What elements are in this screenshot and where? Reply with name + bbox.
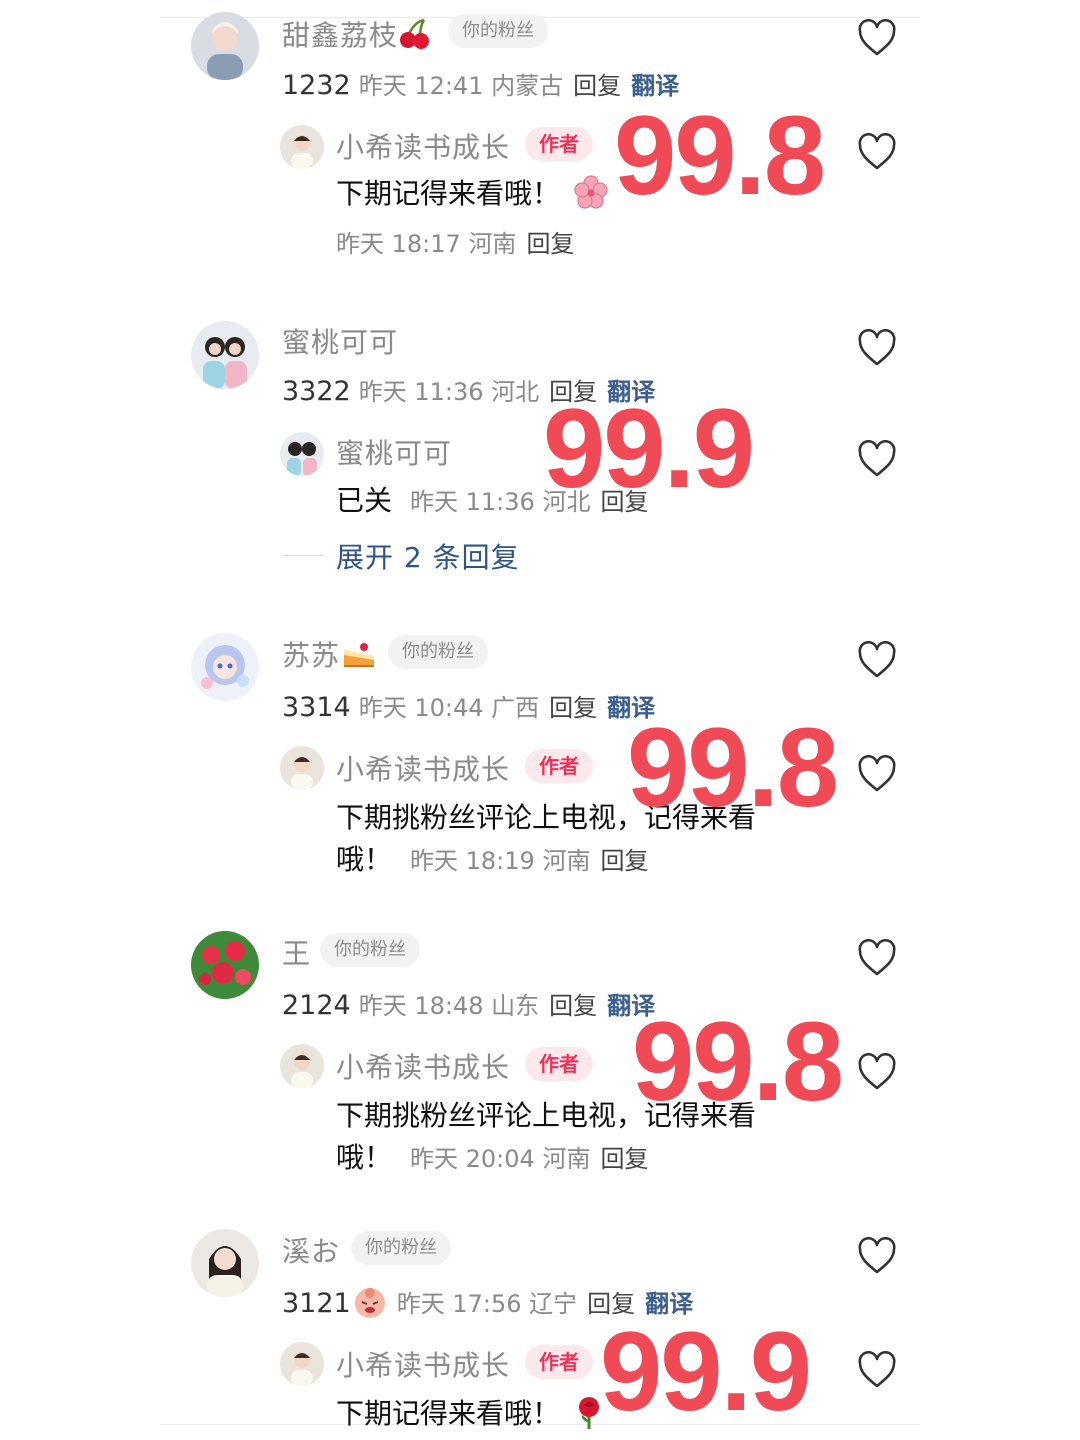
reply-author-name[interactable]: 小希读书成长 — [336, 1344, 510, 1384]
like-count: 2124 — [282, 990, 351, 1021]
like-heart-icon[interactable] — [857, 1053, 897, 1091]
like-heart-icon[interactable] — [857, 440, 897, 478]
comment-meta: 2124 昨天 18:48 山东 回复 翻译 — [282, 990, 656, 1021]
fan-badge: 你的粉丝 — [448, 14, 548, 48]
like-count: 3322 — [282, 376, 351, 407]
expand-replies-link[interactable]: 展开 2 条回复 — [336, 536, 520, 576]
overlay-score: 99.8 — [614, 93, 826, 218]
author-badge: 作者 — [525, 1047, 593, 1081]
author-badge: 作者 — [525, 1345, 593, 1379]
reply-text: 下期记得来看哦！ — [336, 172, 608, 216]
reply-button[interactable]: 回复 — [526, 230, 574, 258]
avatar[interactable] — [191, 1229, 259, 1297]
cherry-icon — [398, 18, 432, 57]
comment-author-name[interactable]: 王 — [282, 932, 311, 972]
overlay-score: 99.9 — [600, 1309, 812, 1434]
reply-meta: 昨天 18:17 河南 回复 — [336, 230, 575, 258]
fan-badge: 你的粉丝 — [351, 1231, 451, 1265]
like-count: 3314 — [282, 692, 351, 723]
like-heart-icon[interactable] — [857, 939, 897, 977]
avatar[interactable] — [191, 321, 259, 389]
reply-button[interactable]: 回复 — [600, 847, 648, 875]
reply-button[interactable]: 回复 — [549, 694, 597, 722]
cake-icon — [342, 638, 376, 677]
overlay-score: 99.8 — [627, 705, 839, 830]
reply-avatar[interactable] — [280, 746, 324, 790]
overlay-score: 99.8 — [632, 999, 844, 1124]
reply-author-name[interactable]: 蜜桃可可 — [336, 432, 452, 472]
reply-author-name[interactable]: 小希读书成长 — [336, 126, 510, 166]
reply-text: 下期记得来看哦！ — [336, 1392, 604, 1436]
avatar[interactable] — [191, 633, 259, 701]
reply-avatar[interactable] — [280, 1342, 324, 1386]
avatar[interactable] — [191, 931, 259, 999]
reply-button[interactable]: 回复 — [600, 1145, 648, 1173]
like-count: 3121 — [282, 1288, 351, 1319]
comment-author-name[interactable]: 蜜桃可可 — [282, 321, 398, 361]
like-heart-icon[interactable] — [857, 19, 897, 57]
like-heart-icon[interactable] — [857, 755, 897, 793]
reply-text-continued: 哦！ 昨天 18:19 河南 回复 — [336, 843, 649, 876]
author-badge: 作者 — [525, 749, 593, 783]
like-heart-icon[interactable] — [857, 133, 897, 171]
avatar[interactable] — [191, 12, 259, 80]
cherry-blossom-icon — [574, 174, 608, 216]
overlay-score: 99.9 — [543, 386, 755, 511]
reply-author-name[interactable]: 小希读书成长 — [336, 1046, 510, 1086]
crying-face-icon — [353, 1285, 387, 1325]
like-heart-icon[interactable] — [857, 1351, 897, 1389]
reply-avatar[interactable] — [280, 125, 324, 169]
comment-author-name[interactable]: 甜鑫荔枝 — [282, 14, 432, 57]
author-badge: 作者 — [525, 127, 593, 161]
reply-text-continued: 哦！ 昨天 20:04 河南 回复 — [336, 1141, 649, 1174]
reply-author-name[interactable]: 小希读书成长 — [336, 748, 510, 788]
reply-avatar[interactable] — [280, 432, 324, 476]
reply-button[interactable]: 回复 — [549, 992, 597, 1020]
comment-author-name[interactable]: 溪お — [282, 1230, 340, 1270]
fan-badge: 你的粉丝 — [320, 933, 420, 967]
like-heart-icon[interactable] — [857, 329, 897, 367]
fan-badge: 你的粉丝 — [388, 635, 488, 669]
reply-avatar[interactable] — [280, 1044, 324, 1088]
like-heart-icon[interactable] — [857, 641, 897, 679]
comment-author-name[interactable]: 苏苏 — [282, 634, 376, 677]
like-heart-icon[interactable] — [857, 1237, 897, 1275]
expand-divider — [282, 555, 324, 556]
comment-meta: 3314 昨天 10:44 广西 回复 翻译 — [282, 692, 656, 723]
like-count: 1232 — [282, 70, 351, 101]
